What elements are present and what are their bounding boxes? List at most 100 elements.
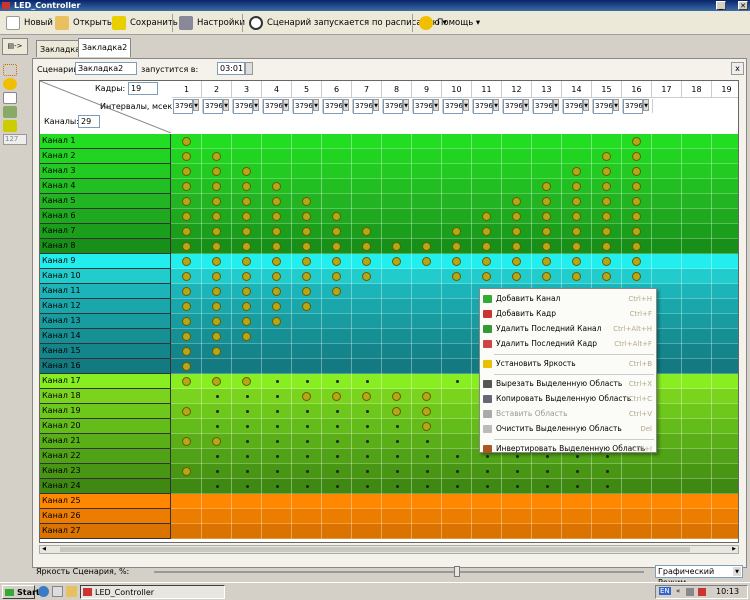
grid-cell[interactable]: [502, 479, 532, 494]
grid-cell[interactable]: [532, 269, 562, 284]
grid-cell[interactable]: [202, 224, 232, 239]
grid-cell[interactable]: [622, 494, 652, 509]
column-header[interactable]: 18: [682, 81, 712, 98]
grid-cell[interactable]: [172, 224, 202, 239]
channel-name[interactable]: Канал 24: [40, 479, 171, 494]
grid-cell[interactable]: [412, 194, 442, 209]
grid-cell[interactable]: [172, 374, 202, 389]
grid-cell[interactable]: [682, 419, 712, 434]
grid-cell[interactable]: [292, 194, 322, 209]
grid-cell[interactable]: [442, 449, 472, 464]
grid-cell[interactable]: [652, 179, 682, 194]
grid-cell[interactable]: [202, 359, 232, 374]
grid-cell[interactable]: [382, 359, 412, 374]
taskbar-app-button[interactable]: LED_Controller: [80, 585, 225, 599]
grid-cell[interactable]: [232, 284, 262, 299]
column-header[interactable]: 7: [352, 81, 382, 98]
grid-cell[interactable]: [412, 449, 442, 464]
context-menu-item[interactable]: Очистить Выделенную Область Del: [480, 422, 656, 436]
grid-cell[interactable]: [202, 164, 232, 179]
grid-cell[interactable]: [382, 389, 412, 404]
grid-cell[interactable]: [262, 509, 292, 524]
grid-cell[interactable]: [292, 389, 322, 404]
grid-cell[interactable]: [412, 374, 442, 389]
grid-cell[interactable]: [502, 509, 532, 524]
grid-cell[interactable]: [352, 419, 382, 434]
grid-cell[interactable]: [442, 359, 472, 374]
grid-cell[interactable]: [322, 224, 352, 239]
grid-cell[interactable]: [562, 179, 592, 194]
context-menu-item[interactable]: Копировать Выделенную Область Ctrl+C: [480, 392, 656, 406]
grid-cell[interactable]: [622, 479, 652, 494]
grid-cell[interactable]: [262, 524, 292, 539]
grid-cell[interactable]: [292, 374, 322, 389]
channel-name[interactable]: Канал 20: [40, 419, 171, 434]
grid-cell[interactable]: [322, 269, 352, 284]
grid-cell[interactable]: [262, 374, 292, 389]
grid-cell[interactable]: [622, 164, 652, 179]
grid-cell[interactable]: [262, 299, 292, 314]
grid-cell[interactable]: [472, 524, 502, 539]
grid-cell[interactable]: [322, 509, 352, 524]
channel-name[interactable]: Канал 19: [40, 404, 171, 419]
grid-cell[interactable]: [172, 269, 202, 284]
grid-cell[interactable]: [532, 224, 562, 239]
grid-cell[interactable]: [472, 149, 502, 164]
grid-cell[interactable]: [352, 179, 382, 194]
channel-name[interactable]: Канал 2: [40, 149, 171, 164]
grid-cell[interactable]: [412, 209, 442, 224]
grid-cell[interactable]: [652, 149, 682, 164]
grid-cell[interactable]: [382, 179, 412, 194]
grid-cell[interactable]: [682, 179, 712, 194]
grid-cell[interactable]: [172, 419, 202, 434]
column-header[interactable]: 17: [652, 81, 682, 98]
grid-cell[interactable]: [232, 524, 262, 539]
grid-cell[interactable]: [352, 404, 382, 419]
grid-cell[interactable]: [232, 299, 262, 314]
grid-cell[interactable]: [592, 164, 622, 179]
grid-cell[interactable]: [292, 284, 322, 299]
grid-cell[interactable]: [712, 314, 738, 329]
grid-cell[interactable]: [262, 389, 292, 404]
grid-cell[interactable]: [592, 524, 622, 539]
grid-cell[interactable]: [292, 359, 322, 374]
channel-name[interactable]: Канал 12: [40, 299, 171, 314]
grid-cell[interactable]: [352, 284, 382, 299]
grid-cell[interactable]: [442, 134, 472, 149]
grid-cell[interactable]: [412, 299, 442, 314]
grid-cell[interactable]: [382, 209, 412, 224]
grid-cell[interactable]: [232, 434, 262, 449]
grid-cell[interactable]: [472, 239, 502, 254]
grid-cell[interactable]: [352, 194, 382, 209]
grid-cell[interactable]: [322, 329, 352, 344]
mode-select[interactable]: Графический Режим▼: [655, 565, 743, 587]
interval-select[interactable]: 3796▼: [173, 99, 203, 114]
grid-cell[interactable]: [382, 419, 412, 434]
grid-cell[interactable]: [292, 479, 322, 494]
grid-cell[interactable]: [232, 404, 262, 419]
grid-cell[interactable]: [442, 434, 472, 449]
grid-cell[interactable]: [322, 479, 352, 494]
context-menu-item[interactable]: Вставить Область Ctrl+V: [480, 407, 656, 421]
grid-cell[interactable]: [322, 404, 352, 419]
language-indicator[interactable]: EN: [659, 587, 671, 595]
grid-cell[interactable]: [172, 284, 202, 299]
grid-cell[interactable]: [682, 164, 712, 179]
grid-cell[interactable]: [712, 494, 738, 509]
interval-select[interactable]: 3796▼: [563, 99, 593, 114]
grid-cell[interactable]: [652, 164, 682, 179]
grid-cell[interactable]: [292, 404, 322, 419]
grid-cell[interactable]: [382, 254, 412, 269]
minimize-button[interactable]: _: [716, 1, 726, 10]
grid-cell[interactable]: [202, 509, 232, 524]
grid-cell[interactable]: [712, 149, 738, 164]
grid-cell[interactable]: [502, 224, 532, 239]
grid-cell[interactable]: [652, 524, 682, 539]
grid-cell[interactable]: [682, 254, 712, 269]
grid-cell[interactable]: [352, 299, 382, 314]
grid-cell[interactable]: [562, 239, 592, 254]
grid-cell[interactable]: [562, 164, 592, 179]
grid-cell[interactable]: [172, 299, 202, 314]
grid-cell[interactable]: [172, 179, 202, 194]
grid-cell[interactable]: [322, 524, 352, 539]
